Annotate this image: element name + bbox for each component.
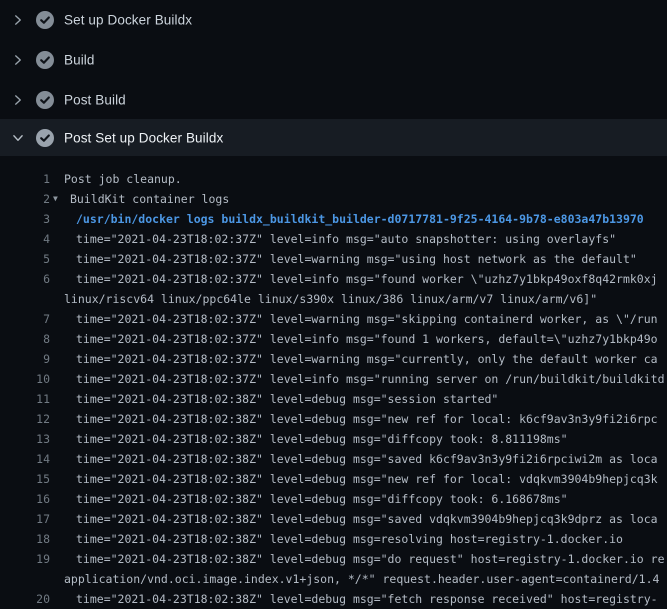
log-line: 10 time="2021-04-23T18:02:37Z" level=inf… — [0, 369, 667, 389]
log-line-text: BuildKit container logs — [70, 189, 229, 209]
log-line-text: time="2021-04-23T18:02:38Z" level=debug … — [76, 529, 623, 549]
chevron-right-icon — [12, 54, 24, 66]
log-line-number[interactable]: 12 — [0, 409, 50, 429]
log-line-text: /usr/bin/docker logs buildx_buildkit_bui… — [76, 209, 644, 229]
log-line-text: time="2021-04-23T18:02:37Z" level=info m… — [76, 329, 658, 349]
step-label: Build — [64, 53, 95, 68]
log-line-text: time="2021-04-23T18:02:38Z" level=debug … — [76, 429, 568, 449]
step-row-post-set-up-docker-buildx[interactable]: Post Set up Docker Buildx — [0, 119, 667, 156]
log-group-collapse-triangle-icon[interactable]: ▼ — [53, 189, 58, 209]
log-line-text: time="2021-04-23T18:02:37Z" level=info m… — [76, 369, 665, 389]
log-line: 14 time="2021-04-23T18:02:38Z" level=deb… — [0, 449, 667, 469]
check-circle-icon — [36, 129, 54, 147]
log-line-text: time="2021-04-23T18:02:37Z" level=info m… — [76, 229, 616, 249]
log-line: 6 time="2021-04-23T18:02:37Z" level=info… — [0, 269, 667, 289]
log-line-text: time="2021-04-23T18:02:37Z" level=warnin… — [76, 349, 658, 369]
log-line-text: linux/riscv64 linux/ppc64le linux/s390x … — [64, 289, 597, 309]
step-list: Set up Docker Buildx Build Post Build Po… — [0, 0, 667, 156]
log-line-number[interactable]: 9 — [0, 349, 50, 369]
log-line: 16 time="2021-04-23T18:02:38Z" level=deb… — [0, 489, 667, 509]
log-line-text: time="2021-04-23T18:02:37Z" level=warnin… — [76, 309, 658, 329]
log-line-text: time="2021-04-23T18:02:38Z" level=debug … — [76, 389, 498, 409]
log-line-text: time="2021-04-23T18:02:38Z" level=debug … — [76, 409, 658, 429]
log-line: 7 time="2021-04-23T18:02:37Z" level=warn… — [0, 309, 667, 329]
log-line: 13 time="2021-04-23T18:02:38Z" level=deb… — [0, 429, 667, 449]
check-circle-icon — [36, 51, 54, 69]
chevron-right-icon — [12, 94, 24, 106]
log-line-text: application/vnd.oci.image.index.v1+json,… — [64, 569, 659, 589]
step-row-build[interactable]: Build — [0, 40, 667, 80]
log-line-number[interactable]: 20 — [0, 589, 50, 609]
log-line-number[interactable]: 10 — [0, 369, 50, 389]
chevron-right-icon — [12, 14, 24, 26]
log-line-number[interactable]: 2 — [0, 189, 50, 209]
log-line-number[interactable]: 7 — [0, 309, 50, 329]
log-group-header[interactable]: 2 BuildKit container logs ▼ — [0, 189, 667, 209]
step-label: Set up Docker Buildx — [64, 13, 192, 28]
log-line-number[interactable]: 5 — [0, 249, 50, 269]
log-line-text: Post job cleanup. — [64, 169, 182, 189]
log-line-number[interactable]: 13 — [0, 429, 50, 449]
log-line-number[interactable]: 15 — [0, 469, 50, 489]
step-label: Post Set up Docker Buildx — [64, 130, 223, 145]
log-line: 11 time="2021-04-23T18:02:38Z" level=deb… — [0, 389, 667, 409]
check-circle-icon — [36, 11, 54, 29]
log-line: 20 time="2021-04-23T18:02:38Z" level=deb… — [0, 589, 667, 609]
log-line-number[interactable]: 4 — [0, 229, 50, 249]
log-line-text: time="2021-04-23T18:02:37Z" level=info m… — [76, 269, 658, 289]
chevron-down-icon — [12, 132, 24, 144]
check-circle-icon — [36, 91, 54, 109]
log-line: 12 time="2021-04-23T18:02:38Z" level=deb… — [0, 409, 667, 429]
log-line-number[interactable]: 14 — [0, 449, 50, 469]
log-line-text: time="2021-04-23T18:02:37Z" level=warnin… — [76, 249, 637, 269]
log-line-number[interactable]: 17 — [0, 509, 50, 529]
step-row-set-up-docker-buildx[interactable]: Set up Docker Buildx — [0, 0, 667, 40]
log-line-number[interactable]: 18 — [0, 529, 50, 549]
log-line: 4 time="2021-04-23T18:02:37Z" level=info… — [0, 229, 667, 249]
log-line-number[interactable]: 19 — [0, 549, 50, 569]
log-line-number[interactable]: 3 — [0, 209, 50, 229]
log-line: 15 time="2021-04-23T18:02:38Z" level=deb… — [0, 469, 667, 489]
log-line: application/vnd.oci.image.index.v1+json,… — [0, 569, 667, 589]
log-line: 8 time="2021-04-23T18:02:37Z" level=info… — [0, 329, 667, 349]
log-line-text: time="2021-04-23T18:02:38Z" level=debug … — [76, 549, 665, 569]
log-line: 1 Post job cleanup. — [0, 169, 667, 189]
log-line-text: time="2021-04-23T18:02:38Z" level=debug … — [76, 509, 658, 529]
log-line: 18 time="2021-04-23T18:02:38Z" level=deb… — [0, 529, 667, 549]
log-line-text: time="2021-04-23T18:02:38Z" level=debug … — [76, 449, 658, 469]
log-line-text: time="2021-04-23T18:02:38Z" level=debug … — [76, 589, 658, 609]
log-line: 5 time="2021-04-23T18:02:37Z" level=warn… — [0, 249, 667, 269]
log-line: 9 time="2021-04-23T18:02:37Z" level=warn… — [0, 349, 667, 369]
log-line-number[interactable]: 6 — [0, 269, 50, 289]
step-label: Post Build — [64, 92, 126, 107]
log-line-text: time="2021-04-23T18:02:38Z" level=debug … — [76, 489, 568, 509]
log-line-text: time="2021-04-23T18:02:38Z" level=debug … — [76, 469, 658, 489]
log-line-number[interactable]: 8 — [0, 329, 50, 349]
log-line: 17 time="2021-04-23T18:02:38Z" level=deb… — [0, 509, 667, 529]
log-line: linux/riscv64 linux/ppc64le linux/s390x … — [0, 289, 667, 309]
log-line-command: 3 /usr/bin/docker logs buildx_buildkit_b… — [0, 209, 667, 229]
log-line-number[interactable]: 16 — [0, 489, 50, 509]
step-row-post-build[interactable]: Post Build — [0, 80, 667, 119]
log-line-number[interactable]: 1 — [0, 169, 50, 189]
log-line: 19 time="2021-04-23T18:02:38Z" level=deb… — [0, 549, 667, 569]
log-output: 1 Post job cleanup. 2 BuildKit container… — [0, 156, 667, 609]
log-line-number[interactable]: 11 — [0, 389, 50, 409]
